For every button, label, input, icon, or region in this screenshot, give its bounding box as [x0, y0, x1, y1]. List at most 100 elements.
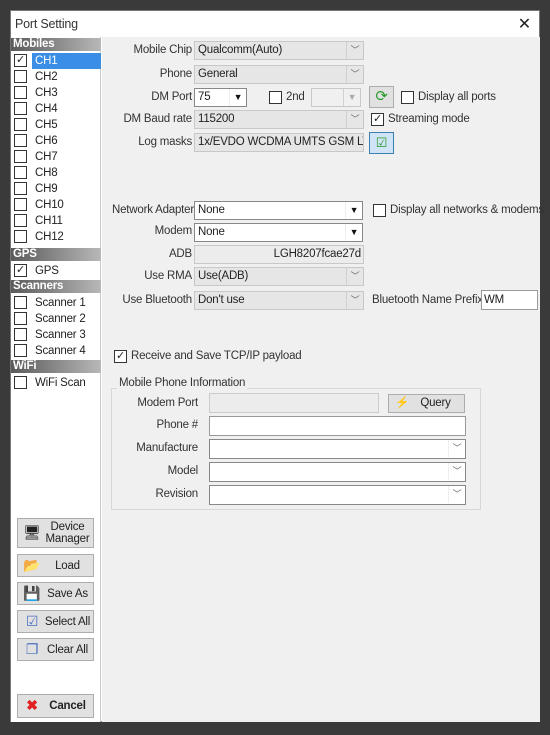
item-checkbox[interactable]: [14, 312, 27, 325]
phone-select[interactable]: General ﹀: [194, 65, 364, 84]
second-port-checkbox[interactable]: [269, 91, 282, 104]
mobile-chip-label: Mobile Chip: [133, 44, 192, 56]
device-manager-button[interactable]: 🖥 Device Manager: [17, 518, 94, 548]
cancel-button[interactable]: ✖ Cancel: [17, 694, 94, 718]
list-item[interactable]: WiFi Scan: [13, 375, 101, 391]
list-item[interactable]: CH9: [13, 181, 101, 197]
list-item[interactable]: CH12: [13, 229, 101, 245]
modem-select[interactable]: None ▼: [194, 223, 363, 242]
item-label: WiFi Scan: [35, 377, 86, 389]
log-masks-edit-button[interactable]: ☑: [369, 132, 394, 154]
network-adapter-select[interactable]: None ▼: [194, 201, 363, 220]
item-checkbox[interactable]: [14, 230, 27, 243]
list-item[interactable]: Scanner 1: [13, 295, 101, 311]
manufacture-select[interactable]: ﹀: [209, 439, 466, 459]
item-checkbox[interactable]: [14, 328, 27, 341]
log-masks-icon: ☑: [375, 135, 388, 150]
model-label: Model: [167, 465, 199, 477]
caret-down-icon: ▼: [343, 89, 360, 106]
network-adapter-label: Network Adapter: [111, 204, 194, 216]
dm-baud-select[interactable]: 115200 ﹀: [194, 110, 364, 129]
item-label: CH6: [35, 135, 58, 147]
item-checkbox[interactable]: ✓: [14, 54, 27, 67]
item-checkbox[interactable]: [14, 198, 27, 211]
item-checkbox[interactable]: [14, 118, 27, 131]
item-label: CH4: [35, 103, 58, 115]
item-checkbox[interactable]: [14, 214, 27, 227]
dm-baud-label: DM Baud rate: [123, 113, 192, 125]
list-item[interactable]: ✓ CH1: [13, 53, 101, 69]
item-checkbox[interactable]: [14, 182, 27, 195]
item-checkbox[interactable]: [14, 70, 27, 83]
item-checkbox[interactable]: ✓: [14, 264, 27, 277]
list-item[interactable]: Scanner 4: [13, 343, 101, 359]
chevron-down-icon: ﹀: [346, 111, 363, 128]
item-label: GPS: [35, 265, 59, 277]
list-item[interactable]: Scanner 3: [13, 327, 101, 343]
item-checkbox[interactable]: [14, 150, 27, 163]
list-item[interactable]: CH7: [13, 149, 101, 165]
item-checkbox[interactable]: [14, 134, 27, 147]
list-item[interactable]: CH8: [13, 165, 101, 181]
list-item[interactable]: CH6: [13, 133, 101, 149]
revision-select[interactable]: ﹀: [209, 485, 466, 505]
use-bluetooth-select[interactable]: Don't use ﹀: [194, 291, 364, 310]
item-checkbox[interactable]: [14, 296, 27, 309]
close-button[interactable]: ✕: [518, 14, 531, 34]
item-checkbox[interactable]: [14, 376, 27, 389]
item-checkbox[interactable]: [14, 86, 27, 99]
tcpip-label: Receive and Save TCP/IP payload: [131, 350, 302, 362]
item-label: Scanner 4: [35, 345, 86, 357]
model-select[interactable]: ﹀: [209, 462, 466, 482]
window-title: Port Setting: [15, 17, 78, 31]
save-as-button[interactable]: 💾 Save As: [17, 582, 94, 605]
log-masks-label: Log masks: [138, 136, 192, 148]
phone-number-input[interactable]: [209, 416, 466, 436]
list-item[interactable]: Scanner 2: [13, 311, 101, 327]
refresh-ports-button[interactable]: ⟳: [369, 86, 394, 108]
item-checkbox[interactable]: [14, 102, 27, 115]
caret-down-icon: ▼: [345, 224, 362, 241]
bt-prefix-input[interactable]: WM: [481, 290, 538, 310]
streaming-mode-checkbox[interactable]: ✓: [371, 113, 384, 126]
list-item[interactable]: CH2: [13, 69, 101, 85]
clear-all-button[interactable]: ❐ Clear All: [17, 638, 94, 661]
adb-field: LGH8207fcae27d: [194, 245, 364, 264]
list-item[interactable]: CH3: [13, 85, 101, 101]
item-label: CH5: [35, 119, 58, 131]
select-all-icon: ☑: [25, 612, 39, 629]
wifi-header: WiFi: [11, 360, 101, 373]
tcpip-checkbox[interactable]: ✓: [114, 350, 127, 363]
bt-prefix-label: Bluetooth Name Prefix: [372, 294, 483, 306]
display-all-ports-label: Display all ports: [418, 91, 496, 103]
list-item[interactable]: CH4: [13, 101, 101, 117]
modem-label: Modem: [154, 225, 193, 237]
select-all-button[interactable]: ☑ Select All: [17, 610, 94, 633]
list-item[interactable]: CH5: [13, 117, 101, 133]
list-item[interactable]: CH10: [13, 197, 101, 213]
item-checkbox[interactable]: [14, 166, 27, 179]
log-masks-field[interactable]: 1x/EVDO WCDMA UMTS GSM LT: [194, 133, 364, 152]
item-label: CH9: [35, 183, 58, 195]
modem-port-label: Modem Port: [137, 397, 198, 409]
display-all-networks-label: Display all networks & modems: [390, 204, 544, 216]
item-checkbox[interactable]: [14, 344, 27, 357]
mobile-chip-select[interactable]: Qualcomm(Auto) ﹀: [194, 41, 364, 60]
item-label: CH3: [35, 87, 58, 99]
chevron-down-icon: ﹀: [448, 463, 465, 480]
display-all-ports-checkbox[interactable]: [401, 91, 414, 104]
dm-port-select[interactable]: 75 ▼: [194, 88, 247, 107]
list-item[interactable]: CH11: [13, 213, 101, 229]
dm-port-label: DM Port: [151, 91, 192, 103]
use-rma-select[interactable]: Use(ADB) ﹀: [194, 267, 364, 286]
list-item[interactable]: ✓ GPS: [13, 263, 101, 279]
second-port-select[interactable]: ▼: [311, 88, 361, 107]
query-button[interactable]: ⚡ Query: [388, 394, 465, 413]
display-all-networks-checkbox[interactable]: [373, 204, 386, 217]
settings-panel: Mobile Chip Qualcomm(Auto) ﹀ Phone Genera…: [102, 37, 544, 722]
item-label: Scanner 1: [35, 297, 86, 309]
load-button[interactable]: 📂 Load: [17, 554, 94, 577]
chevron-down-icon: ﹀: [346, 42, 363, 59]
item-label: CH2: [35, 71, 58, 83]
caret-down-icon: ▼: [345, 202, 362, 219]
